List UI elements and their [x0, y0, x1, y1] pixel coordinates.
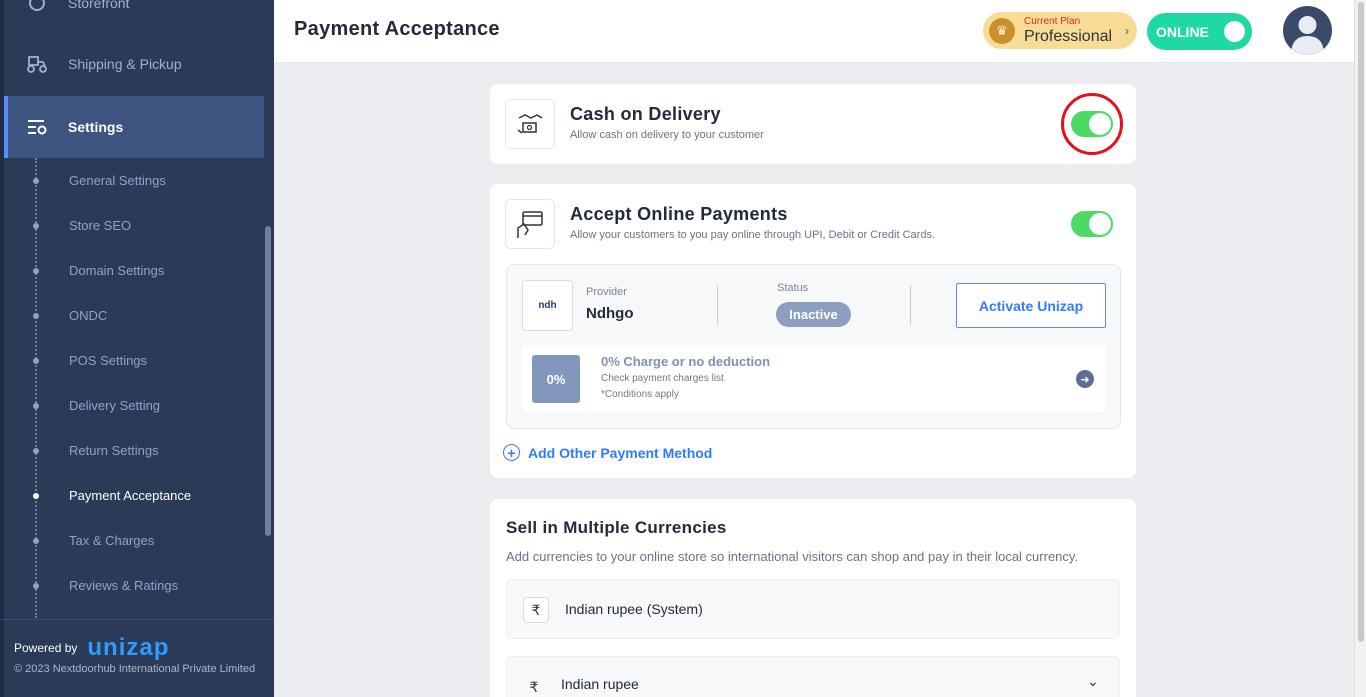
rupee-icon: ₹	[523, 597, 549, 623]
sub-item-label: Payment Acceptance	[69, 488, 192, 503]
bullet	[33, 537, 39, 544]
scooter-icon	[26, 53, 48, 75]
divider	[717, 285, 718, 325]
online-payments-title: Accept Online Payments	[570, 204, 788, 224]
cash-handshake-icon	[505, 99, 555, 149]
avatar[interactable]	[1283, 6, 1332, 55]
currency-name: Indian rupee	[561, 676, 639, 692]
sidebar-item-settings[interactable]: Settings	[4, 96, 264, 158]
status-label: Status	[777, 282, 809, 294]
copyright: © 2023 Nextdoorhub International Private…	[14, 663, 256, 675]
chevron-down-icon[interactable]: ⌄	[1087, 673, 1099, 690]
crown-icon: ♛	[989, 17, 1015, 44]
online-payments-card: Accept Online Payments Allow your custom…	[490, 184, 1136, 478]
cod-title: Cash on Delivery	[570, 104, 721, 124]
divider	[910, 285, 911, 325]
page-scrollbar[interactable]	[1354, 0, 1366, 697]
sub-item-label: Store SEO	[69, 218, 132, 233]
sidebar: Storefront Shipping & Pickup Settings Ge…	[0, 0, 274, 697]
provider-logo-text: ndh	[538, 300, 557, 311]
status-badge: Inactive	[776, 302, 851, 327]
sub-item-label: General Settings	[69, 173, 166, 188]
currencies-subtitle: Add currencies to your online store so i…	[506, 549, 1079, 564]
plus-circle-icon: +	[503, 444, 520, 461]
sub-item-label: Tax & Charges	[69, 533, 155, 548]
online-payments-toggle[interactable]	[1071, 211, 1113, 237]
sub-item-label: Delivery Setting	[69, 398, 161, 413]
currency-row[interactable]: ₹ Indian rupee ⌄	[506, 656, 1120, 697]
storefront-icon	[26, 0, 48, 14]
sub-item-label: POS Settings	[69, 353, 148, 368]
bullet	[33, 447, 39, 454]
powered-by-label: Powered by	[14, 641, 78, 655]
highlight-annotation	[1061, 93, 1123, 155]
scroll-thumb[interactable]	[1358, 2, 1364, 642]
unizap-logo: unizap	[87, 634, 170, 661]
sidebar-item-label: Shipping & Pickup	[68, 56, 182, 72]
currency-name: Indian rupee (System)	[565, 601, 703, 617]
bullet	[33, 402, 39, 409]
sidebar-item-label: Settings	[68, 119, 124, 135]
top-header: Payment Acceptance ♛ Current Plan Profes…	[274, 0, 1354, 63]
plan-name: Professional	[1024, 27, 1113, 45]
toggle-knob	[1089, 213, 1111, 235]
arrow-right-icon[interactable]: ➜	[1076, 370, 1094, 388]
sidebar-scrollbar[interactable]	[265, 226, 271, 536]
sidebar-sub-tax-charges[interactable]: Tax & Charges	[0, 518, 264, 563]
page-title: Payment Acceptance	[294, 18, 500, 40]
plan-caption: Current Plan	[1024, 15, 1081, 27]
sidebar-sub-return-settings[interactable]: Return Settings	[0, 428, 264, 473]
online-payments-subtitle: Allow your customers to you pay online t…	[570, 229, 935, 241]
bullet	[33, 222, 39, 229]
sub-item-label: ONDC	[69, 308, 108, 323]
currencies-title: Sell in Multiple Currencies	[506, 518, 727, 537]
provider-label: Provider	[586, 286, 627, 298]
bullet	[33, 177, 39, 184]
bullet	[33, 582, 39, 589]
current-plan-button[interactable]: ♛ Current Plan Professional ›	[983, 12, 1137, 49]
currency-row: ₹ Indian rupee (System)	[506, 579, 1120, 639]
toggle-knob	[1224, 21, 1245, 42]
settings-icon	[26, 116, 48, 138]
sidebar-item-storefront[interactable]: Storefront	[4, 0, 264, 33]
bullet	[33, 312, 39, 319]
sidebar-sub-payment-acceptance[interactable]: Payment Acceptance	[0, 473, 264, 518]
charge-subtitle: Check payment charges list	[601, 373, 724, 384]
provider-name: Ndhgo	[586, 305, 634, 322]
sub-item-label: Reviews & Ratings	[69, 578, 179, 593]
sidebar-sub-reviews-ratings[interactable]: Reviews & Ratings	[0, 563, 264, 608]
powered-by: Powered by unizap	[14, 634, 169, 662]
card-payment-icon	[505, 199, 555, 249]
sidebar-item-shipping[interactable]: Shipping & Pickup	[4, 34, 264, 94]
charges-row[interactable]: 0% 0% Charge or no deduction Check payme…	[522, 345, 1106, 412]
chevron-right-icon: ›	[1125, 23, 1129, 38]
activate-unizap-button[interactable]: Activate Unizap	[956, 283, 1106, 328]
sidebar-sub-pos-settings[interactable]: POS Settings	[0, 338, 264, 383]
online-status-toggle[interactable]: ONLINE	[1147, 13, 1252, 50]
rupee-icon: ₹	[529, 678, 539, 695]
conditions-note: *Conditions apply	[601, 389, 679, 400]
provider-logo: ndh	[522, 280, 573, 331]
sidebar-sub-domain-settings[interactable]: Domain Settings	[0, 248, 264, 293]
sidebar-sub-store-seo[interactable]: Store SEO	[0, 203, 264, 248]
provider-panel: ndh Provider Ndhgo Status Inactive Activ…	[506, 264, 1121, 429]
add-payment-method-link[interactable]: + Add Other Payment Method	[503, 444, 712, 461]
charge-title: 0% Charge or no deduction	[601, 354, 771, 369]
sub-item-label: Domain Settings	[69, 263, 165, 278]
bullet	[33, 492, 39, 499]
sidebar-item-label: Storefront	[68, 0, 130, 11]
sub-item-label: Return Settings	[69, 443, 159, 458]
add-method-label: Add Other Payment Method	[528, 444, 713, 461]
currencies-card: Sell in Multiple Currencies Add currenci…	[490, 499, 1136, 697]
online-status-label: ONLINE	[1156, 23, 1209, 40]
sidebar-sub-delivery-setting[interactable]: Delivery Setting	[0, 383, 264, 428]
bullet	[33, 267, 39, 274]
cod-card: Cash on Delivery Allow cash on delivery …	[490, 84, 1136, 164]
sidebar-sub-ondc[interactable]: ONDC	[0, 293, 264, 338]
sidebar-sub-general-settings[interactable]: General Settings	[0, 158, 264, 203]
cod-subtitle: Allow cash on delivery to your customer	[570, 129, 764, 141]
zero-charge-badge: 0%	[532, 355, 580, 403]
sidebar-footer: Powered by unizap © 2023 Nextdoorhub Int…	[0, 619, 274, 697]
bullet	[33, 357, 39, 364]
